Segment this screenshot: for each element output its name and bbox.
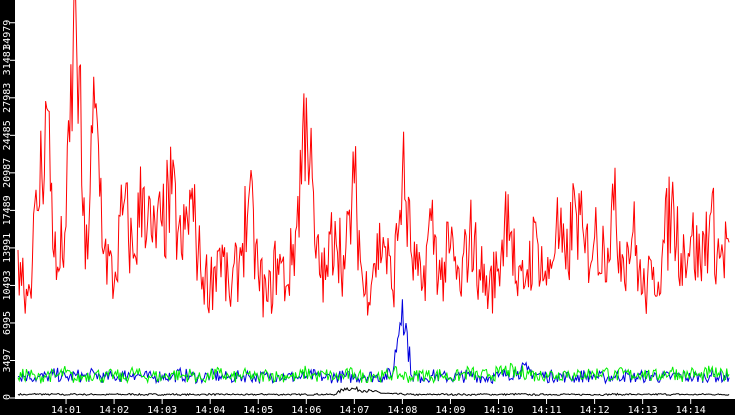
- y-tick-label: 13991: [2, 233, 13, 263]
- x-tick-label: 14:14: [676, 405, 706, 415]
- y-tick-label: 6995: [2, 311, 13, 335]
- x-tick-label: 14:06: [291, 405, 321, 415]
- x-tick-label: 14:10: [483, 405, 513, 415]
- x-tick-label: 14:02: [99, 405, 129, 415]
- y-tick-label: 34979: [2, 20, 13, 50]
- line-chart: 0 3497 6995 10493 13991 17489 20987 24485 27983 3…: [0, 0, 735, 415]
- y-tick-label: 20987: [2, 158, 13, 188]
- x-tick-label: 14:11: [531, 405, 561, 415]
- y-tick-label: 27983: [2, 83, 13, 113]
- y-tick-label: 10493: [2, 270, 13, 300]
- x-tick-label: 14:12: [580, 405, 610, 415]
- x-tick-label: 14:03: [147, 405, 177, 415]
- plot-area: [15, 0, 735, 399]
- x-tick-label: 14:13: [628, 405, 658, 415]
- x-tick-label: 14:01: [51, 405, 81, 415]
- y-tick-label: 0: [2, 394, 13, 400]
- y-tick-label: 17489: [2, 195, 13, 225]
- x-tick-label: 14:09: [435, 405, 465, 415]
- x-tick-label: 14:05: [243, 405, 273, 415]
- y-tick-label: 24485: [2, 120, 13, 150]
- x-tick-label: 14:07: [339, 405, 369, 415]
- x-tick-label: 14:04: [195, 405, 225, 415]
- x-tick-label: 14:08: [387, 405, 417, 415]
- y-tick-label: 3497: [2, 348, 13, 372]
